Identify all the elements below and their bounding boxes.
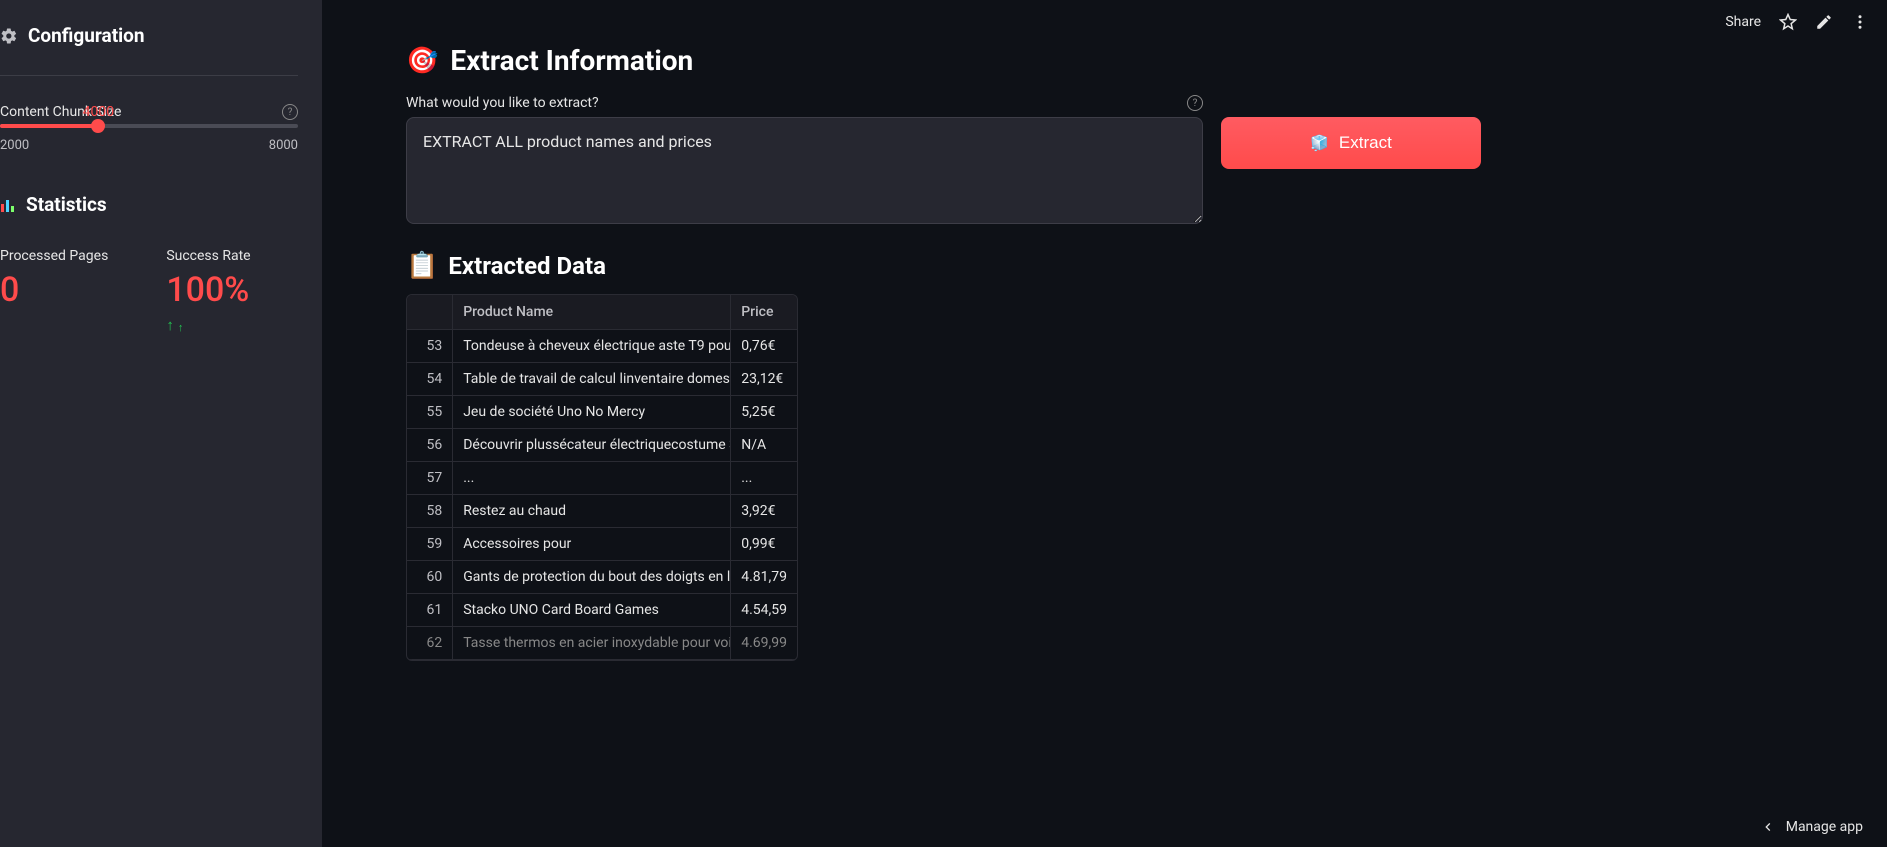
row-price: 4.54,59 [731,594,797,627]
row-index: 62 [407,627,453,660]
row-index: 56 [407,429,453,462]
stat-processed-pages: Processed Pages 0 [0,248,108,334]
table-row[interactable]: 61Stacko UNO Card Board Games4.54,59 [407,594,797,627]
row-product-name: ... [453,462,731,495]
stat-label: Processed Pages [0,248,108,264]
col-price: Price [731,295,797,330]
row-index: 58 [407,495,453,528]
row-price: N/A [731,429,797,462]
trend-up-icon: ↑↑ [166,316,250,334]
stat-value: 0 [0,270,108,310]
clipboard-icon: 📋 [406,253,438,279]
slider-min: 2000 [0,138,29,153]
slider-value-label: 4000 [83,104,114,120]
stat-success-rate: Success Rate 100% ↑↑ [166,248,250,334]
more-icon[interactable] [1851,13,1869,31]
extract-prompt-input[interactable] [406,117,1203,224]
row-price: 3,92€ [731,495,797,528]
extract-button[interactable]: 🧊 Extract [1221,117,1481,169]
prompt-label: What would you like to extract? [406,95,599,111]
row-index: 60 [407,561,453,594]
configuration-heading: Configuration [0,0,298,67]
table-row[interactable]: 57...... [407,462,797,495]
chevron-left-icon [1760,819,1776,835]
extracted-data-table[interactable]: Product Name Price 53Tondeuse à cheveux … [406,294,798,661]
target-icon: 🎯 [406,48,438,74]
row-product-name: Restez au chaud [453,495,731,528]
row-index: 57 [407,462,453,495]
row-price: 4.69,99 [731,627,797,660]
row-index: 61 [407,594,453,627]
table-row[interactable]: 53Tondeuse à cheveux électrique aste T9 … [407,330,797,363]
edit-icon[interactable] [1815,13,1833,31]
extract-info-heading: 🎯 Extract Information [406,44,1803,77]
row-product-name: Stacko UNO Card Board Games [453,594,731,627]
table-row[interactable]: 55Jeu de société Uno No Mercy5,25€ [407,396,797,429]
row-product-name: Table de travail de calcul linventaire d… [453,363,731,396]
table-row[interactable]: 59Accessoires pour0,99€ [407,528,797,561]
extracted-data-heading: 📋 Extracted Data [406,252,1803,280]
chunk-size-slider[interactable]: 4000 2000 8000 [0,124,298,153]
row-price: 4.81,79 [731,561,797,594]
row-index: 55 [407,396,453,429]
row-index: 59 [407,528,453,561]
row-index: 53 [407,330,453,363]
row-price: 0,99€ [731,528,797,561]
configuration-title-text: Configuration [28,24,145,47]
row-product-name: Découvrir plussécateur électriquecostume… [453,429,731,462]
statistics-title-text: Statistics [26,193,107,216]
col-index [407,295,453,330]
help-icon[interactable]: ? [1187,95,1203,111]
row-product-name: Jeu de société Uno No Mercy [453,396,731,429]
manage-app-button[interactable]: Manage app [1760,807,1887,847]
row-index: 54 [407,363,453,396]
sidebar-divider [0,75,298,76]
extract-button-label: Extract [1339,133,1392,153]
row-price: 0,76€ [731,330,797,363]
row-product-name: Tasse thermos en acier inoxydable pour v… [453,627,731,660]
row-price: 23,12€ [731,363,797,396]
stat-label: Success Rate [166,248,250,264]
extracted-data-title-text: Extracted Data [448,252,606,280]
table-row[interactable]: 54Table de travail de calcul linventaire… [407,363,797,396]
statistics-heading: Statistics [0,177,298,236]
row-price: 5,25€ [731,396,797,429]
stat-value: 100% [166,270,250,310]
slider-thumb[interactable] [91,119,105,133]
row-product-name: Accessoires pour [453,528,731,561]
barchart-icon [0,197,16,213]
share-button[interactable]: Share [1725,14,1761,30]
table-row[interactable]: 62Tasse thermos en acier inoxydable pour… [407,627,797,660]
extract-info-title-text: Extract Information [450,44,693,77]
table-row[interactable]: 58Restez au chaud3,92€ [407,495,797,528]
row-price: ... [731,462,797,495]
row-product-name: Gants de protection du bout des doigts e… [453,561,731,594]
col-product-name: Product Name [453,295,731,330]
table-row[interactable]: 56Découvrir plussécateur électriquecostu… [407,429,797,462]
gear-icon [0,27,18,45]
table-row[interactable]: 60Gants de protection du bout des doigts… [407,561,797,594]
manage-app-label: Manage app [1786,819,1863,835]
cube-icon: 🧊 [1310,134,1329,152]
star-icon[interactable] [1779,13,1797,31]
slider-max: 8000 [269,138,298,153]
row-product-name: Tondeuse à cheveux électrique aste T9 po… [453,330,731,363]
help-icon[interactable]: ? [282,104,298,120]
